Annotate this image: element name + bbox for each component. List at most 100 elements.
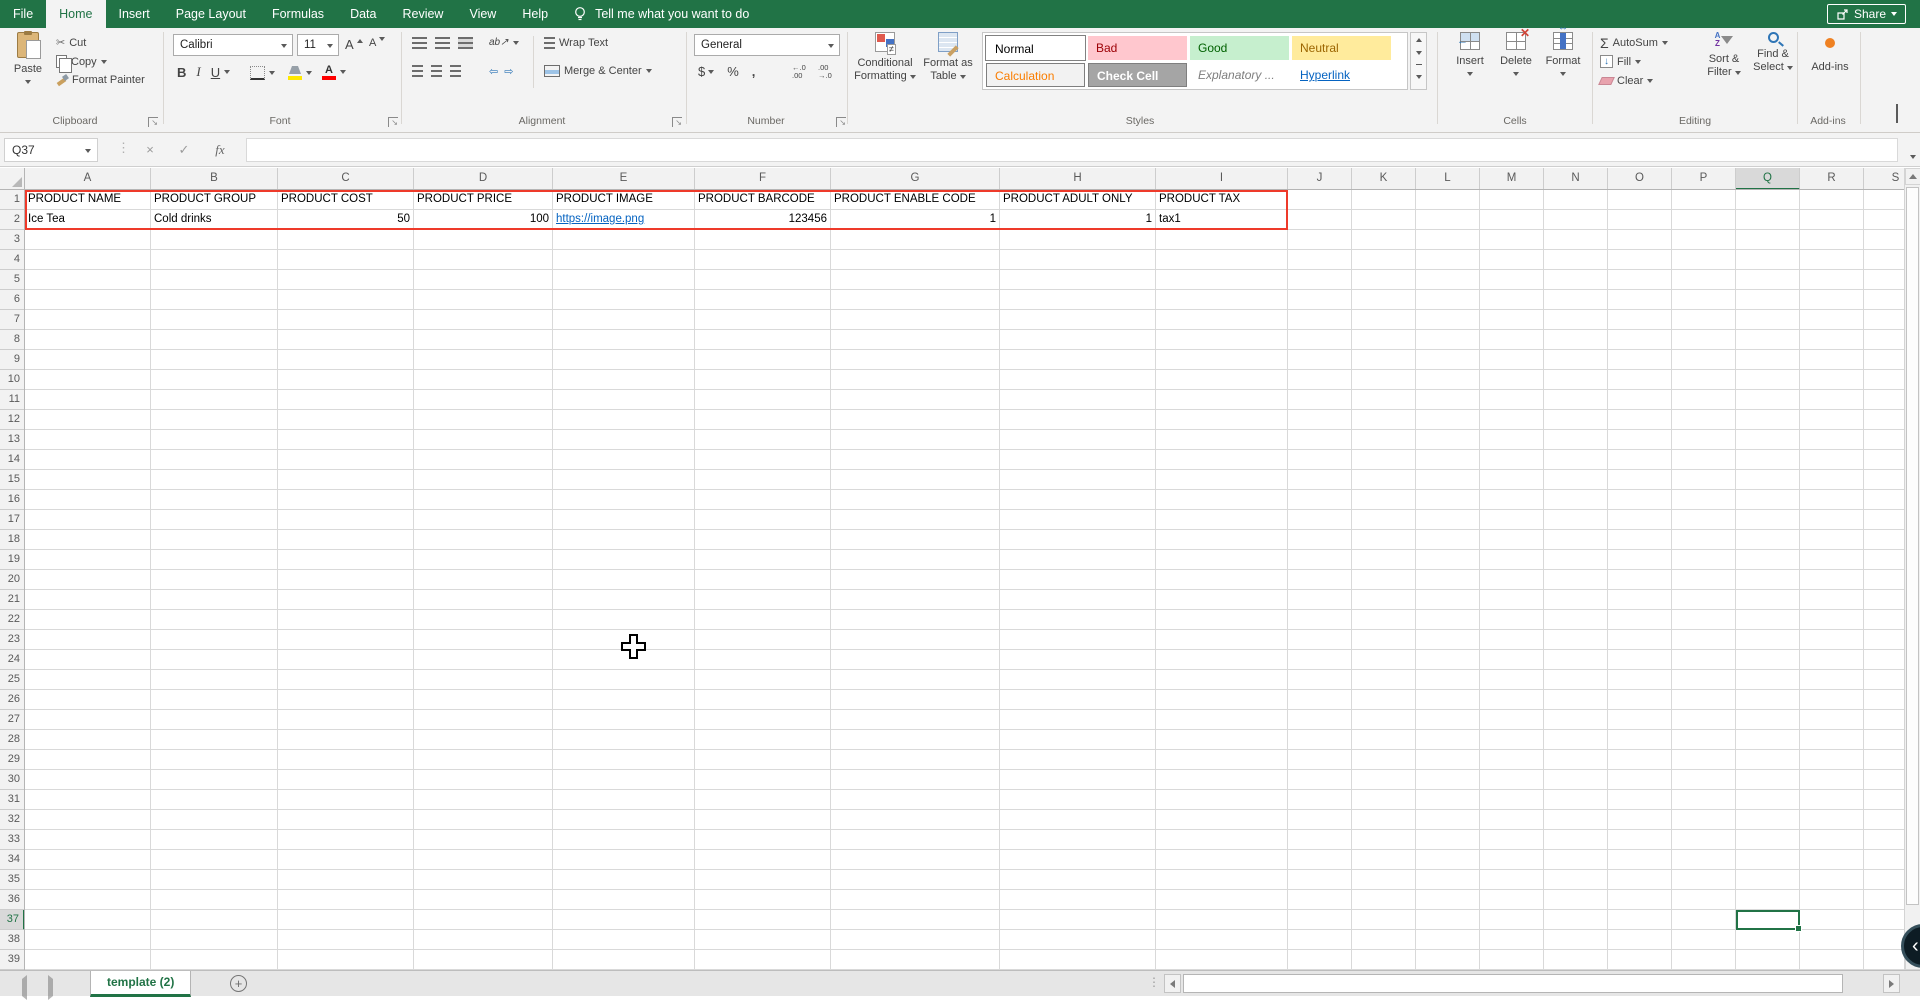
- cell-S24[interactable]: [1864, 650, 1904, 670]
- cell-E36[interactable]: [553, 890, 695, 910]
- cell-S1[interactable]: [1864, 190, 1904, 210]
- cell-Q18[interactable]: [1736, 530, 1800, 550]
- cell-S33[interactable]: [1864, 830, 1904, 850]
- cell-M39[interactable]: [1480, 950, 1544, 970]
- cell-A2[interactable]: Ice Tea: [25, 210, 151, 230]
- cell-L13[interactable]: [1416, 430, 1480, 450]
- autosum-button[interactable]: Σ AutoSum: [1600, 36, 1668, 50]
- styles-gallery-scrollbar[interactable]: [1410, 32, 1427, 90]
- row-header-18[interactable]: 18: [0, 530, 24, 550]
- cell-O37[interactable]: [1608, 910, 1672, 930]
- cell-H7[interactable]: [1000, 310, 1156, 330]
- delete-cells-button[interactable]: Delete: [1494, 32, 1538, 76]
- cell-B32[interactable]: [151, 810, 278, 830]
- cell-B7[interactable]: [151, 310, 278, 330]
- cell-G37[interactable]: [831, 910, 1000, 930]
- cell-I33[interactable]: [1156, 830, 1288, 850]
- cell-D29[interactable]: [414, 750, 553, 770]
- cell-K29[interactable]: [1352, 750, 1416, 770]
- cell-E13[interactable]: [553, 430, 695, 450]
- cell-M13[interactable]: [1480, 430, 1544, 450]
- cell-H25[interactable]: [1000, 670, 1156, 690]
- cell-L19[interactable]: [1416, 550, 1480, 570]
- cell-Q1[interactable]: [1736, 190, 1800, 210]
- cell-P22[interactable]: [1672, 610, 1736, 630]
- cell-B23[interactable]: [151, 630, 278, 650]
- cell-S20[interactable]: [1864, 570, 1904, 590]
- cell-G23[interactable]: [831, 630, 1000, 650]
- cell-F27[interactable]: [695, 710, 831, 730]
- cell-K14[interactable]: [1352, 450, 1416, 470]
- row-header-29[interactable]: 29: [0, 750, 24, 770]
- formula-bar-grip[interactable]: ⋮: [117, 140, 130, 156]
- cell-D12[interactable]: [414, 410, 553, 430]
- cell-D33[interactable]: [414, 830, 553, 850]
- cell-D1[interactable]: PRODUCT PRICE: [414, 190, 553, 210]
- cell-H12[interactable]: [1000, 410, 1156, 430]
- cell-H8[interactable]: [1000, 330, 1156, 350]
- cell-F4[interactable]: [695, 250, 831, 270]
- cell-F12[interactable]: [695, 410, 831, 430]
- cell-A13[interactable]: [25, 430, 151, 450]
- cell-P8[interactable]: [1672, 330, 1736, 350]
- cell-H23[interactable]: [1000, 630, 1156, 650]
- cell-Q34[interactable]: [1736, 850, 1800, 870]
- cell-A14[interactable]: [25, 450, 151, 470]
- cell-A15[interactable]: [25, 470, 151, 490]
- row-header-32[interactable]: 32: [0, 810, 24, 830]
- cell-C9[interactable]: [278, 350, 414, 370]
- currency-caret-icon[interactable]: [708, 70, 714, 74]
- cell-O14[interactable]: [1608, 450, 1672, 470]
- cell-I32[interactable]: [1156, 810, 1288, 830]
- cell-L33[interactable]: [1416, 830, 1480, 850]
- cell-H28[interactable]: [1000, 730, 1156, 750]
- cell-K4[interactable]: [1352, 250, 1416, 270]
- row-header-9[interactable]: 9: [0, 350, 24, 370]
- row-header-27[interactable]: 27: [0, 710, 24, 730]
- cell-C29[interactable]: [278, 750, 414, 770]
- row-header-1[interactable]: 1: [0, 190, 24, 210]
- cell-F24[interactable]: [695, 650, 831, 670]
- cell-F14[interactable]: [695, 450, 831, 470]
- cell-K33[interactable]: [1352, 830, 1416, 850]
- cell-E38[interactable]: [553, 930, 695, 950]
- prev-sheet-button[interactable]: [22, 979, 27, 997]
- cell-E25[interactable]: [553, 670, 695, 690]
- cell-H15[interactable]: [1000, 470, 1156, 490]
- cut-button[interactable]: ✂ Cut: [56, 36, 86, 49]
- cell-P39[interactable]: [1672, 950, 1736, 970]
- cell-N14[interactable]: [1544, 450, 1608, 470]
- cell-E19[interactable]: [553, 550, 695, 570]
- cell-O1[interactable]: [1608, 190, 1672, 210]
- row-header-11[interactable]: 11: [0, 390, 24, 410]
- cell-M33[interactable]: [1480, 830, 1544, 850]
- cell-Q29[interactable]: [1736, 750, 1800, 770]
- cell-C15[interactable]: [278, 470, 414, 490]
- cell-N11[interactable]: [1544, 390, 1608, 410]
- row-header-12[interactable]: 12: [0, 410, 24, 430]
- cell-C30[interactable]: [278, 770, 414, 790]
- cell-D36[interactable]: [414, 890, 553, 910]
- cell-F10[interactable]: [695, 370, 831, 390]
- cell-H37[interactable]: [1000, 910, 1156, 930]
- cell-R11[interactable]: [1800, 390, 1864, 410]
- cell-A7[interactable]: [25, 310, 151, 330]
- cell-N31[interactable]: [1544, 790, 1608, 810]
- cell-H17[interactable]: [1000, 510, 1156, 530]
- cell-K10[interactable]: [1352, 370, 1416, 390]
- cell-N4[interactable]: [1544, 250, 1608, 270]
- row-header-13[interactable]: 13: [0, 430, 24, 450]
- new-sheet-button[interactable]: +: [230, 975, 247, 992]
- cell-H6[interactable]: [1000, 290, 1156, 310]
- cell-L1[interactable]: [1416, 190, 1480, 210]
- cell-J22[interactable]: [1288, 610, 1352, 630]
- cell-G2[interactable]: 1: [831, 210, 1000, 230]
- row-header-25[interactable]: 25: [0, 670, 24, 690]
- cell-K12[interactable]: [1352, 410, 1416, 430]
- cell-P25[interactable]: [1672, 670, 1736, 690]
- cell-N35[interactable]: [1544, 870, 1608, 890]
- cell-M27[interactable]: [1480, 710, 1544, 730]
- cell-B36[interactable]: [151, 890, 278, 910]
- cell-E3[interactable]: [553, 230, 695, 250]
- cell-O22[interactable]: [1608, 610, 1672, 630]
